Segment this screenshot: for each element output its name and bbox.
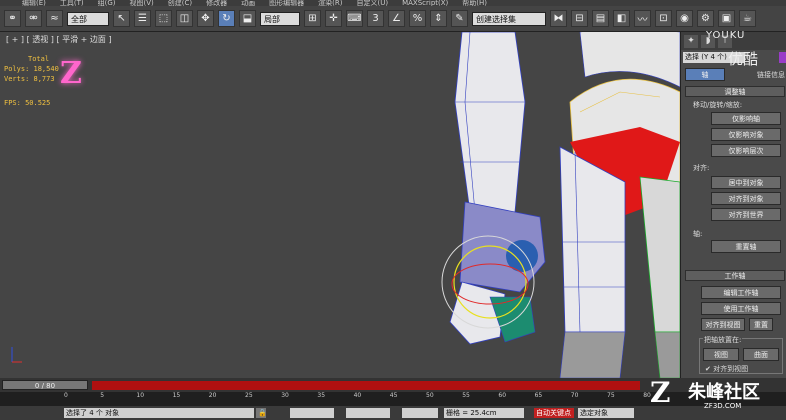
align-label: 对齐: [693, 164, 710, 172]
mirror-icon[interactable]: ⧓ [550, 10, 567, 27]
center-to-object-button[interactable]: 居中到对象 [711, 176, 781, 189]
align-to-view-check-label: 对齐到视图 [713, 365, 749, 373]
selected-object-dropdown[interactable]: 选定对象 [578, 408, 634, 418]
material-editor-icon[interactable]: ◉ [676, 10, 693, 27]
ruler-tick-label: 75 [607, 392, 615, 399]
pivot-label: 轴: [693, 230, 703, 238]
youku-cn-watermark: 优酷 [728, 50, 759, 68]
align-to-view-button[interactable]: 对齐到视图 [701, 318, 745, 331]
place-pivot-label: 把轴放置在: [703, 335, 743, 345]
grid-status: 栅格 = 25.4cm [444, 408, 524, 418]
place-view-button[interactable]: 视图 [703, 348, 739, 361]
robot-model-render [0, 32, 680, 378]
ruler-tick-label: 45 [389, 392, 398, 399]
align-to-world-button[interactable]: 对齐到世界 [711, 208, 781, 221]
affect-hierarchy-only-button[interactable]: 仅影响层次 [711, 144, 781, 157]
pivot-center-icon[interactable]: ⊞ [304, 10, 321, 27]
time-slider[interactable]: 0 / 80 [2, 380, 88, 390]
ref-coord-dropdown[interactable]: 局部 [260, 11, 300, 26]
perspective-viewport[interactable]: [ + ] [ 透视 ] [ 平滑 + 边面 ] Total Polys: 18… [0, 32, 680, 378]
y-coord-field[interactable] [346, 408, 390, 418]
z-logo-icon: Z [60, 56, 82, 91]
ruler-tick-label: 70 [570, 392, 579, 399]
ruler-tick-label: 35 [317, 392, 326, 399]
affect-object-only-button[interactable]: 仅影响对象 [711, 128, 781, 141]
move-rotate-scale-label: 移动/旋转/缩放: [693, 101, 743, 109]
ruler-tick-label: 30 [281, 392, 289, 399]
ruler-tick-label: 25 [245, 392, 253, 399]
autokey-button[interactable]: 自动关键点 [534, 408, 574, 418]
rect-selection-icon[interactable]: ⬚ [155, 10, 172, 27]
selection-filter-dropdown[interactable]: 全部 [67, 11, 109, 26]
keyboard-shortcut-icon[interactable]: ⌨ [346, 10, 363, 27]
stats-polys: Polys: 18,540 [4, 65, 59, 73]
edit-working-pivot-button[interactable]: 编辑工作轴 [701, 286, 781, 299]
align-to-object-button[interactable]: 对齐到对象 [711, 192, 781, 205]
pivot-tab-button[interactable]: 轴 [685, 68, 725, 81]
x-coord-field[interactable] [290, 408, 334, 418]
create-tab-icon[interactable]: ✦ [684, 34, 698, 48]
adjust-pivot-rollout[interactable]: 调整轴 [685, 86, 785, 97]
rendered-frame-icon[interactable]: ▣ [718, 10, 735, 27]
layer-manager-icon[interactable]: ▤ [592, 10, 609, 27]
angle-snap-icon[interactable]: ∠ [388, 10, 405, 27]
ruler-tick-label: 15 [172, 392, 181, 399]
spinner-snap-icon[interactable]: ⇕ [430, 10, 447, 27]
z-logo-watermark-icon: Z [650, 376, 671, 409]
stats-fps: FPS: 50.525 [4, 99, 51, 107]
select-by-name-icon[interactable]: ☰ [134, 10, 151, 27]
place-surface-button[interactable]: 曲面 [743, 348, 779, 361]
unlink-icon[interactable]: ⚮ [25, 10, 42, 27]
zf3d-watermark: 朱峰社区 [688, 382, 760, 403]
ruler-tick-label: 10 [136, 392, 145, 399]
ruler-tick-label: 60 [498, 392, 507, 399]
select-move-icon[interactable]: ✥ [197, 10, 214, 27]
object-color-swatch[interactable] [779, 52, 786, 63]
reset-button[interactable]: 重置 [749, 318, 773, 331]
youku-watermark: YOUKU [706, 30, 746, 41]
ruler-tick-label: 40 [353, 392, 362, 399]
select-rotate-icon[interactable]: ↻ [218, 10, 235, 27]
render-setup-icon[interactable]: ⚙ [697, 10, 714, 27]
viewport-label[interactable]: [ + ] [ 透视 ] [ 平滑 + 边面 ] [6, 34, 112, 45]
bind-space-warp-icon[interactable]: ≈ [46, 10, 63, 27]
main-toolbar: ⚭ ⚮ ≈ 全部 ↖ ☰ ⬚ ◫ ✥ ↻ ⬓ 局部 ⊞ ✛ ⌨ 3 ∠ % ⇕ … [0, 6, 786, 32]
named-selection-dropdown[interactable]: 创建选择集 [472, 11, 546, 26]
manipulate-icon[interactable]: ✛ [325, 10, 342, 27]
timeline-track-bar[interactable] [92, 381, 640, 390]
percent-snap-icon[interactable]: % [409, 10, 426, 27]
curve-editor-icon[interactable]: 〰 [634, 10, 651, 27]
lock-icon[interactable]: 🔒 [256, 408, 267, 418]
link-icon[interactable]: ⚭ [4, 10, 21, 27]
edit-named-sel-icon[interactable]: ✎ [451, 10, 468, 27]
ruler-tick-label: 5 [100, 392, 105, 399]
graphite-icon[interactable]: ◧ [613, 10, 630, 27]
reset-pivot-button[interactable]: 重置轴 [711, 240, 781, 253]
snap-toggle-icon[interactable]: 3 [367, 10, 384, 27]
ruler-tick-label: 20 [208, 392, 217, 399]
scene-stats: Total Polys: 18,540 Verts: 8,773 FPS: 50… [4, 54, 59, 108]
align-to-view-checkbox[interactable]: ✔ 对齐到视图 [705, 364, 748, 374]
render-icon[interactable]: ☕ [739, 10, 756, 27]
stats-verts: Verts: 8,773 [4, 75, 55, 83]
stats-title: Total [28, 55, 50, 63]
schematic-view-icon[interactable]: ⊡ [655, 10, 672, 27]
link-info-label[interactable]: 链接信息 [757, 70, 785, 80]
ruler-tick-label: 0 [64, 392, 68, 399]
ruler-tick-label: 55 [462, 392, 470, 399]
command-panel: ✦ ◗ ⊤ 选择 (Y 4 个) 轴 链接信息 调整轴 移动/旋转/缩放: 仅影… [680, 32, 786, 378]
select-scale-icon[interactable]: ⬓ [239, 10, 256, 27]
affect-pivot-only-button[interactable]: 仅影响轴 [711, 112, 781, 125]
use-working-pivot-button[interactable]: 使用工作轴 [701, 302, 781, 315]
select-object-icon[interactable]: ↖ [113, 10, 130, 27]
ruler-tick-label: 65 [534, 392, 543, 399]
align-icon[interactable]: ⊟ [571, 10, 588, 27]
zf3d-url-watermark: ZF3D.COM [704, 402, 742, 410]
ruler-tick-label: 50 [426, 392, 434, 399]
selection-status: 选择了 4 个 对象 [64, 408, 254, 418]
working-pivot-rollout[interactable]: 工作轴 [685, 270, 785, 281]
window-crossing-icon[interactable]: ◫ [176, 10, 193, 27]
z-coord-field[interactable] [402, 408, 438, 418]
